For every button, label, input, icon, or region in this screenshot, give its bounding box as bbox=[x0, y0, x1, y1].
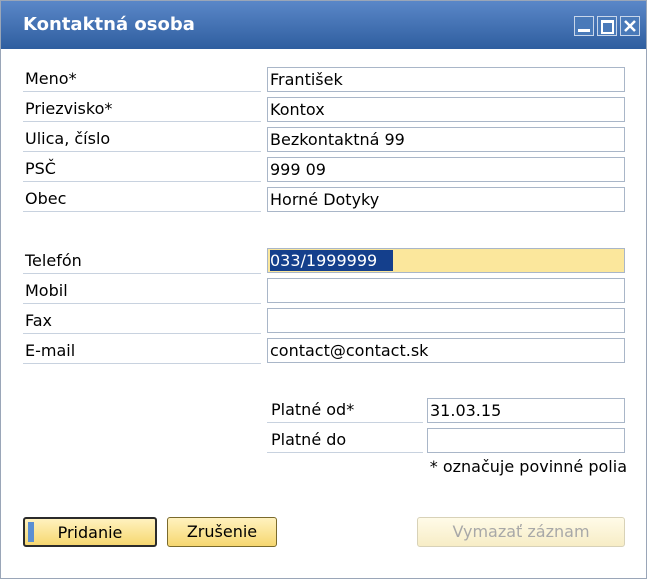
label-mobile: Mobil bbox=[23, 278, 261, 304]
close-icon[interactable] bbox=[620, 16, 640, 36]
phone-value: 033/1999999 bbox=[270, 250, 394, 271]
mobile-field[interactable] bbox=[267, 278, 625, 303]
fax-field[interactable] bbox=[267, 308, 625, 333]
title-bar[interactable]: Kontaktná osoba bbox=[1, 1, 646, 49]
minimize-icon[interactable] bbox=[574, 16, 594, 36]
label-valid-from: Platné od* bbox=[267, 397, 423, 423]
postal-code-field[interactable]: 999 09 bbox=[267, 157, 625, 182]
maximize-icon[interactable] bbox=[597, 16, 617, 36]
add-button-label: Pridanie bbox=[57, 523, 123, 542]
contact-person-window: Kontaktná osoba Meno* František Priezvis… bbox=[0, 0, 647, 579]
label-email: E-mail bbox=[23, 338, 261, 364]
first-name-field[interactable]: František bbox=[267, 67, 625, 92]
valid-to-field[interactable] bbox=[427, 428, 625, 453]
label-phone: Telefón bbox=[23, 248, 261, 274]
city-field[interactable]: Horné Dotyky bbox=[267, 187, 625, 212]
last-name-field[interactable]: Kontox bbox=[267, 97, 625, 122]
window-title: Kontaktná osoba bbox=[23, 14, 195, 35]
label-street: Ulica, číslo bbox=[23, 126, 261, 152]
valid-from-field[interactable]: 31.03.15 bbox=[427, 398, 625, 423]
cancel-button-label: Zrušenie bbox=[186, 522, 258, 541]
label-postal-code: PSČ bbox=[23, 156, 261, 182]
phone-field[interactable]: 033/1999999 bbox=[267, 248, 625, 273]
required-fields-note: * označuje povinné polia bbox=[429, 457, 627, 476]
delete-button-label: Vymazať záznam bbox=[452, 522, 590, 541]
label-last-name: Priezvisko* bbox=[23, 96, 261, 122]
email-field[interactable]: contact@contact.sk bbox=[267, 338, 625, 363]
label-first-name: Meno* bbox=[23, 66, 261, 92]
cancel-button[interactable]: Zrušenie bbox=[167, 517, 277, 547]
street-field[interactable]: Bezkontaktná 99 bbox=[267, 127, 625, 152]
label-city: Obec bbox=[23, 186, 261, 212]
label-fax: Fax bbox=[23, 308, 261, 334]
label-valid-to: Platné do bbox=[267, 427, 423, 453]
delete-record-button: Vymazať záznam bbox=[417, 517, 625, 547]
add-button[interactable]: Pridanie bbox=[23, 517, 157, 547]
